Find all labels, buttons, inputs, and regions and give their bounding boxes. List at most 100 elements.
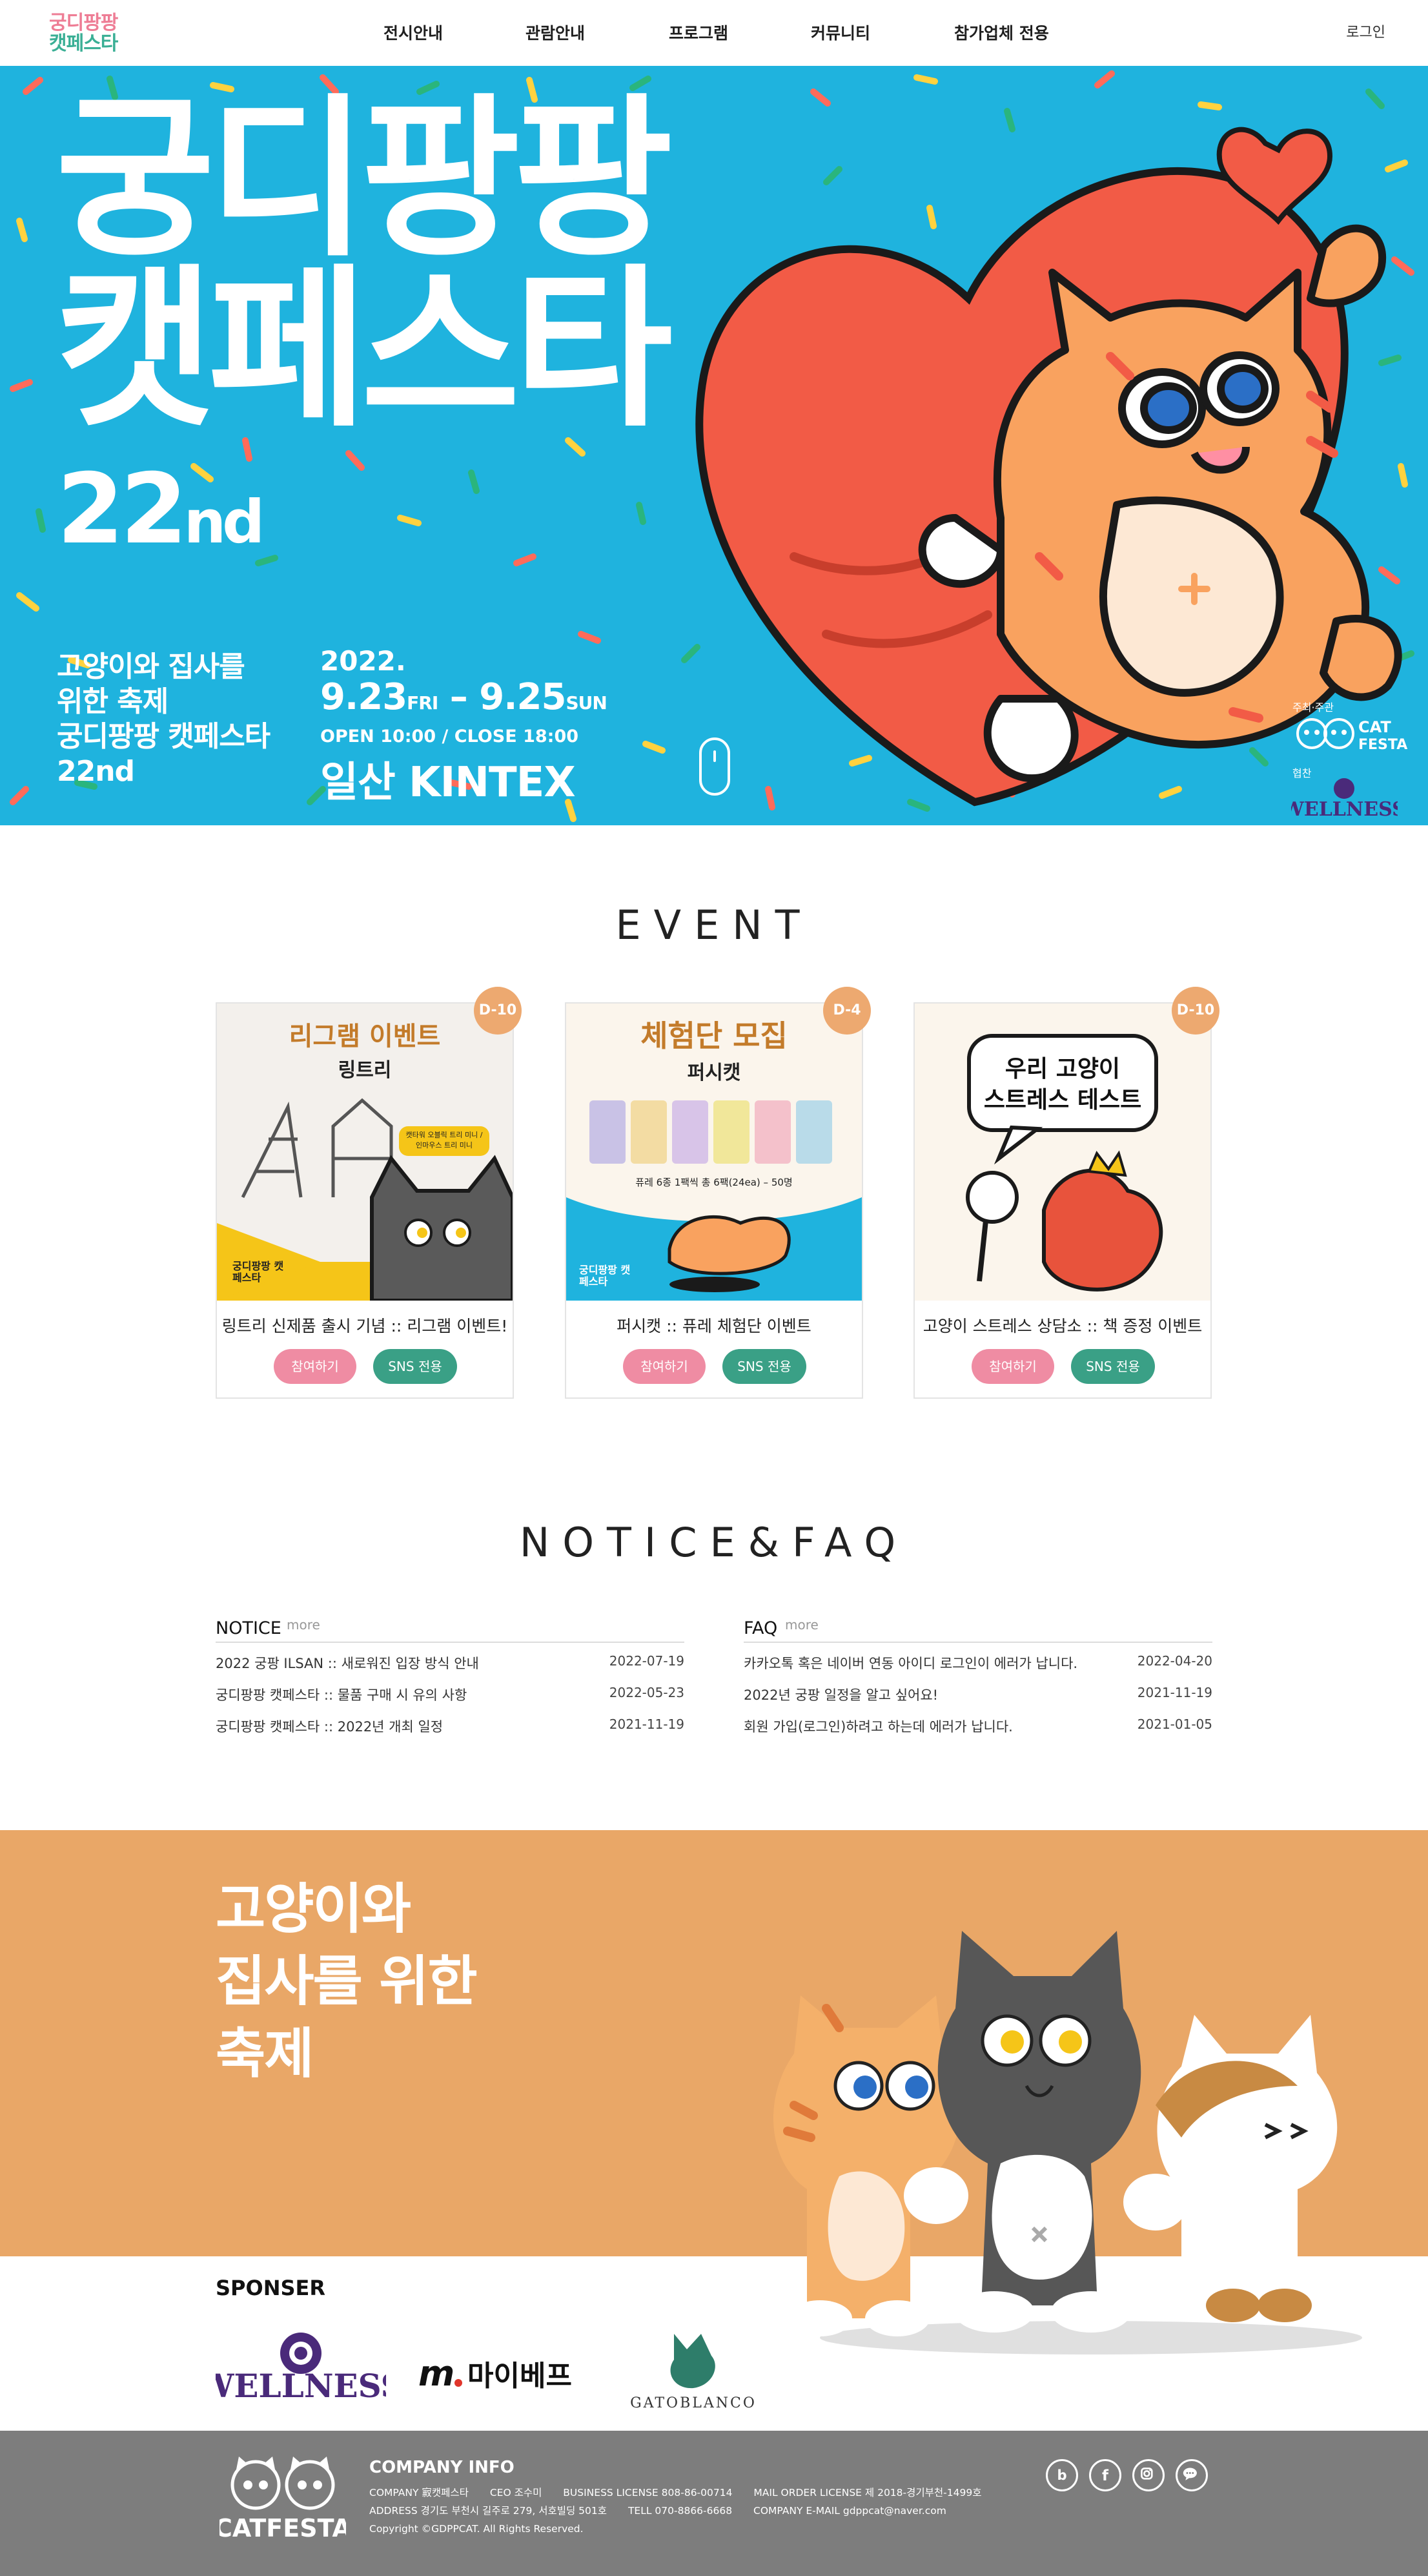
hero-subtitle-line: 위한 축제 — [57, 685, 168, 718]
copyright: Copyright ©GDPPCAT. All Rights Reserved. — [369, 2523, 584, 2535]
event-image-heading: 우리 고양이 — [1005, 1056, 1121, 1082]
catfesta-host-logo: CAT FESTA — [1296, 718, 1407, 753]
blog-icon[interactable]: b — [1046, 2459, 1078, 2491]
hero-hours: OPEN 10:00 / CLOSE 18:00 — [320, 726, 579, 747]
mail-order-license: MAIL ORDER LICENSE 제 2018-경기부천-1499호 — [753, 2487, 982, 2499]
event-image-stress-test — [915, 1004, 1210, 1301]
faq-board: FAQ more 카카오톡 혹은 네이버 연동 아이디 로그인이 에러가 납니다… — [744, 1613, 1212, 1738]
instagram-icon[interactable] — [1132, 2459, 1165, 2491]
event-image-sub: 링트리 — [338, 1059, 392, 1082]
site-footer: CATFESTA COMPANY INFO COMPANY 㝮캣페스타 CEO … — [0, 2431, 1428, 2576]
faq-row[interactable]: 회원 가입(로그인)하려고 하는데 에러가 납니다. 2021-01-05 — [744, 1706, 1212, 1738]
sns-only-button[interactable]: SNS 전용 — [1071, 1349, 1155, 1384]
company-ceo: CEO 조수미 — [489, 2487, 542, 2499]
catfesta-footer-logo[interactable]: CATFESTA — [219, 2457, 346, 2540]
notice-board-title: NOTICE — [216, 1618, 281, 1638]
svg-text:m: m — [418, 2353, 454, 2394]
mybef-logo[interactable]: m 마이베프 — [416, 2327, 584, 2405]
host-label: 주최·주관 — [1292, 701, 1334, 714]
notice-board-header: NOTICE more — [216, 1613, 684, 1643]
event-image-tag: 캣타워 오블릭 트리 미니 / 인마우스 트리 미니 — [405, 1131, 483, 1149]
notice-board: NOTICE more 2022 궁팡 ILSAN :: 새로워진 입장 방식 … — [216, 1613, 684, 1738]
event-image-heading: 체험단 모집 — [640, 1018, 788, 1053]
svg-text:CAT: CAT — [1358, 718, 1391, 736]
faq-row-title[interactable]: 카카오톡 혹은 네이버 연동 아이디 로그인이 에러가 납니다. — [744, 1653, 1077, 1673]
notice-row[interactable]: 궁디팡팡 캣페스타 :: 물품 구매 시 유의 사항 2022-05-23 — [216, 1674, 684, 1706]
faq-more-link[interactable]: more — [785, 1617, 819, 1633]
start-day: FRI — [407, 692, 438, 714]
edition-number: 22 — [57, 453, 188, 566]
dday-badge: D-10 — [474, 987, 522, 1035]
event-card[interactable]: 체험단 모집 퍼시캣 퓨레 6종 1팩씩 총 6팩(24ea) – 50명 궁디… — [565, 987, 871, 1399]
notice-row-title[interactable]: 2022 궁팡 ILSAN :: 새로워진 입장 방식 안내 — [216, 1653, 479, 1673]
hero-subtitle-line: 궁디팡팡 캣페스타 — [57, 720, 270, 753]
hero-year: 2022. — [320, 645, 406, 677]
event-image-heading: 리그램 이벤트 — [289, 1022, 441, 1051]
dday-badge: D-10 — [1172, 987, 1219, 1035]
join-button[interactable]: 참여하기 — [972, 1349, 1054, 1384]
faq-row-title[interactable]: 2022년 궁팡 일정을 알고 싶어요! — [744, 1685, 938, 1704]
notice-row-title[interactable]: 궁디팡팡 캣페스타 :: 물품 구매 시 유의 사항 — [216, 1685, 467, 1704]
gatoblanco-logo-text: GATOBLANCO — [630, 2395, 757, 2411]
event-image[interactable]: 리그램 이벤트 링트리 캣타워 오블릭 트리 미니 / 인마우스 트리 미니 궁… — [217, 1004, 513, 1301]
nav-item-program[interactable]: 프로그램 — [669, 21, 728, 44]
faq-row-date: 2021-01-05 — [1137, 1716, 1212, 1732]
wellness-logo-text: WELLNESS — [216, 2367, 386, 2405]
notice-row[interactable]: 궁디팡팡 캣페스타 :: 2022년 개최 일정 2021-11-19 — [216, 1706, 684, 1738]
notice-row-date: 2022-05-23 — [609, 1685, 684, 1700]
three-cat-figures-illustration — [773, 1931, 1362, 2354]
faq-row-title[interactable]: 회원 가입(로그인)하려고 하는데 에러가 납니다. — [744, 1716, 1013, 1736]
faq-row[interactable]: 카카오톡 혹은 네이버 연동 아이디 로그인이 에러가 납니다. 2022-04… — [744, 1643, 1212, 1674]
notice-more-link[interactable]: more — [287, 1617, 320, 1633]
sns-only-button[interactable]: SNS 전용 — [722, 1349, 806, 1384]
site-header: 궁디팡팡 캣페스타 전시안내 관람안내 프로그램 커뮤니티 참가업체 전용 로그… — [0, 0, 1428, 66]
hero-subtitle: 고양이와 집사를 위한 축제 궁디팡팡 캣페스타 22nd — [57, 650, 315, 789]
event-card[interactable]: 우리 고양이 스트레스 테스트 D-10 고양이 스트레스 상담소 :: 책 증… — [913, 987, 1219, 1399]
hero-edition: 22nd — [57, 453, 265, 566]
dday-badge: D-4 — [823, 987, 871, 1035]
nav-item-exhibitor[interactable]: 참가업체 전용 — [954, 21, 1049, 44]
wellness-logo[interactable]: WELLNESS — [216, 2327, 386, 2405]
event-title[interactable]: 퍼시캣 :: 퓨레 체험단 이벤트 — [566, 1314, 862, 1337]
notice-row-title[interactable]: 궁디팡팡 캣페스타 :: 2022년 개최 일정 — [216, 1716, 443, 1736]
event-card[interactable]: 리그램 이벤트 링트리 캣타워 오블릭 트리 미니 / 인마우스 트리 미니 궁… — [216, 987, 522, 1399]
company-info-line: ADDRESS 경기도 부천시 길주로 279, 서호빌딩 501호 TELL … — [369, 2502, 999, 2520]
event-image-tag: 퓨레 6종 1팩씩 총 6팩(24ea) – 50명 — [635, 1177, 793, 1188]
event-image[interactable]: 우리 고양이 스트레스 테스트 — [915, 1004, 1210, 1301]
join-button[interactable]: 참여하기 — [274, 1349, 356, 1384]
event-image[interactable]: 체험단 모집 퍼시캣 퓨레 6종 1팩씩 총 6팩(24ea) – 50명 궁디… — [566, 1004, 862, 1301]
sponsor-heading: SPONSER — [216, 2276, 326, 2300]
hero-subtitle-line: 22nd — [57, 755, 135, 788]
hero-schedule: 2022. 9.23FRI – 9.25SUN OPEN 10:00 / CLO… — [320, 644, 607, 812]
hero-title-line1: 궁디팡팡 — [56, 79, 673, 280]
svg-text:FESTA: FESTA — [1358, 737, 1407, 753]
login-link[interactable]: 로그인 — [1346, 21, 1385, 41]
event-heading: EVENT — [615, 902, 813, 949]
event-title[interactable]: 고양이 스트레스 상담소 :: 책 증정 이벤트 — [915, 1314, 1210, 1337]
notice-row-date: 2021-11-19 — [609, 1716, 684, 1732]
end-date: 9.25 — [479, 676, 566, 718]
wellness-hero-logo: WELLNESS — [1291, 778, 1398, 821]
gatoblanco-logo[interactable]: GATOBLANCO — [629, 2327, 758, 2411]
nav-item-community[interactable]: 커뮤니티 — [811, 21, 870, 44]
event-image-corner-logo: 궁디팡팡 캣페스타 — [579, 1264, 631, 1288]
faq-board-header: FAQ more — [744, 1613, 1212, 1643]
kakaotalk-icon[interactable] — [1176, 2459, 1208, 2491]
notice-row[interactable]: 2022 궁팡 ILSAN :: 새로워진 입장 방식 안내 2022-07-1… — [216, 1643, 684, 1674]
company-info-title: COMPANY INFO — [369, 2458, 515, 2477]
faq-board-title: FAQ — [744, 1618, 778, 1638]
join-button[interactable]: 참여하기 — [623, 1349, 706, 1384]
faq-row[interactable]: 2022년 궁팡 일정을 알고 싶어요! 2021-11-19 — [744, 1674, 1212, 1706]
hero-subtitle-line: 고양이와 집사를 — [57, 650, 245, 683]
event-title[interactable]: 링트리 신제품 출시 기념 :: 리그램 이벤트! — [217, 1314, 513, 1337]
facebook-icon[interactable]: f — [1089, 2459, 1121, 2491]
company-address: ADDRESS 경기도 부천시 길주로 279, 서호빌딩 501호 — [369, 2505, 607, 2517]
event-image-sub: 스트레스 테스트 — [983, 1087, 1142, 1113]
notice-faq-heading: NOTICE&FAQ — [519, 1519, 909, 1566]
nav-item-exhibition[interactable]: 전시안내 — [383, 21, 443, 44]
event-image-corner-logo: 궁디팡팡 캣페스타 — [232, 1260, 284, 1284]
mybef-logo-text: 마이베프 — [467, 2360, 572, 2393]
nav-item-visit[interactable]: 관람안내 — [525, 21, 585, 44]
sns-only-button[interactable]: SNS 전용 — [373, 1349, 457, 1384]
faq-row-date: 2021-11-19 — [1137, 1685, 1212, 1700]
